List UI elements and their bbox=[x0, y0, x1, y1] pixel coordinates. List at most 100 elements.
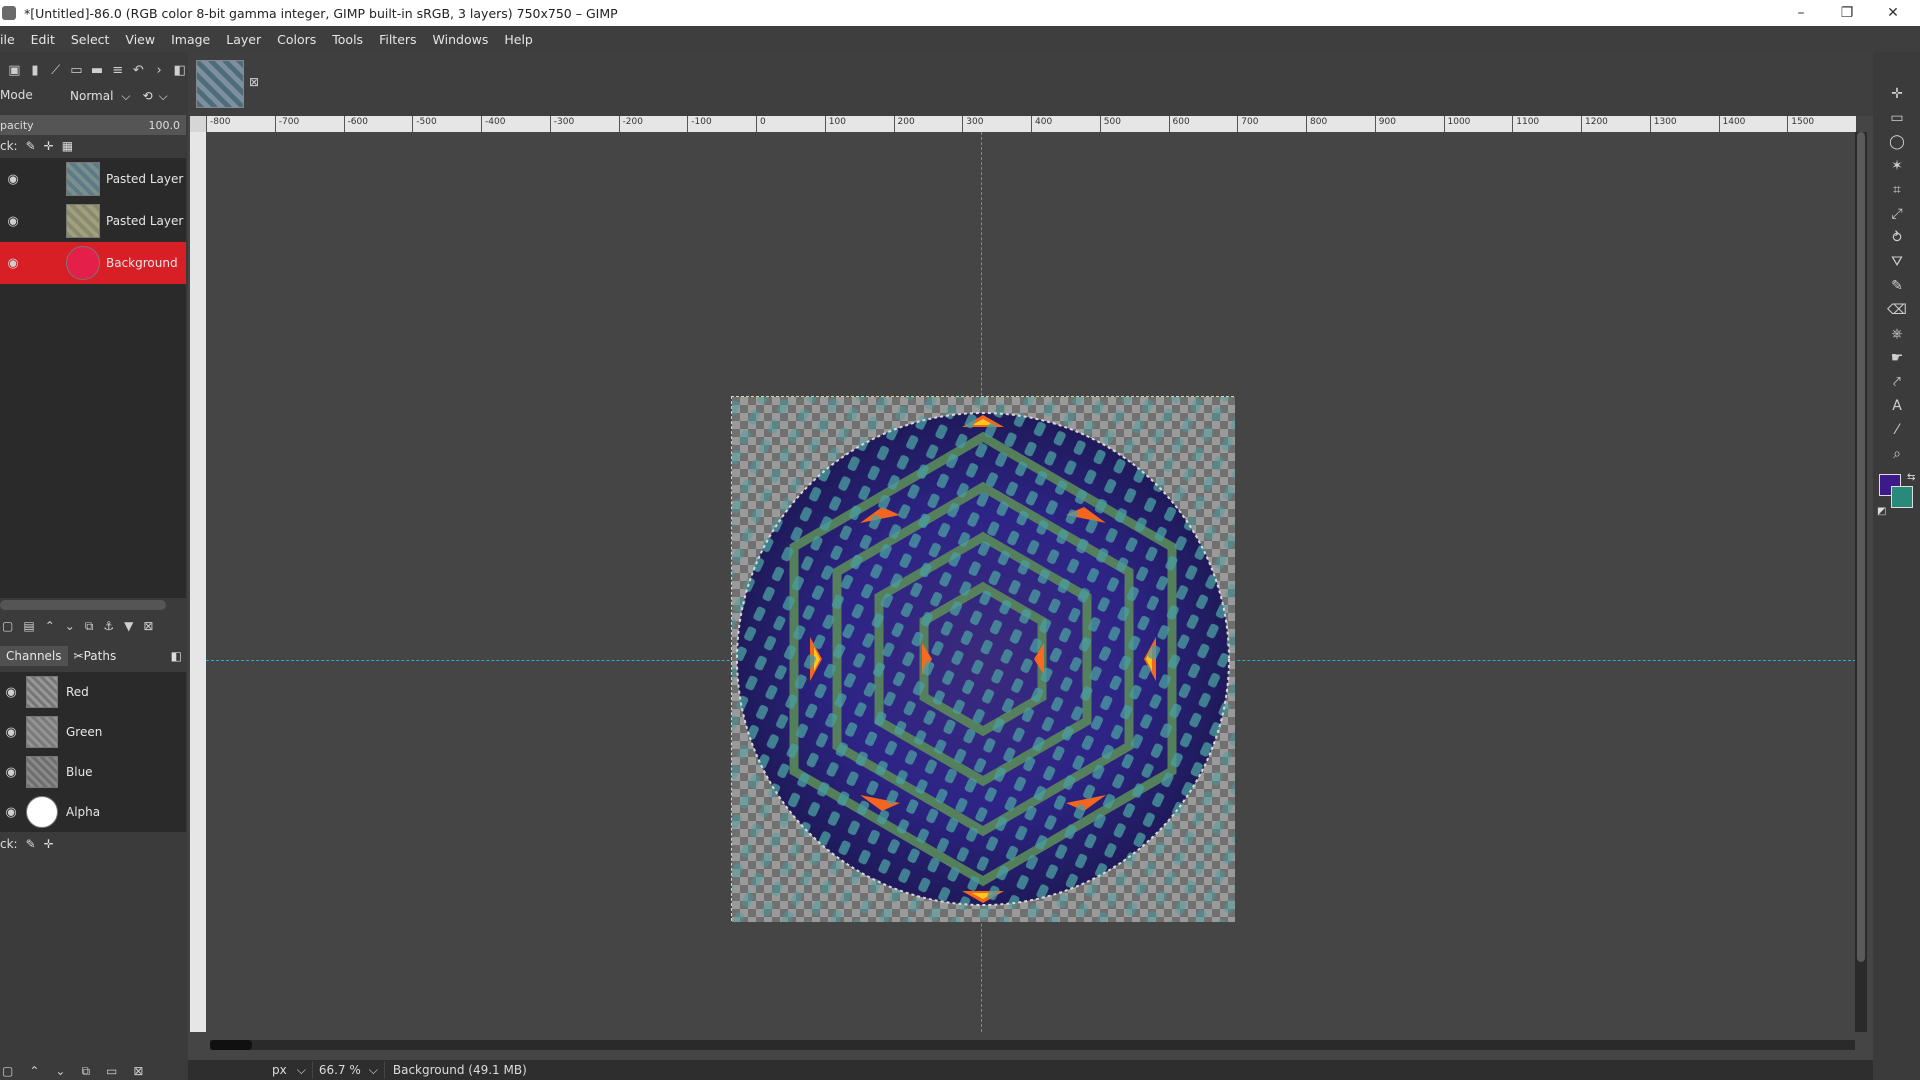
channel-row[interactable]: ◉ Red bbox=[0, 672, 186, 712]
ruler-top[interactable]: -800 -700 -600 -500 -400 -300 -200 -100 0 100 200 3… bbox=[206, 116, 1856, 132]
zoom-tool-icon[interactable]: ⌕ bbox=[1883, 442, 1911, 466]
ruler-corner[interactable] bbox=[190, 116, 206, 132]
eye-icon[interactable]: ◉ bbox=[0, 805, 22, 820]
eye-icon[interactable]: ◉ bbox=[0, 256, 26, 271]
eye-icon[interactable]: ◉ bbox=[0, 765, 22, 780]
lock-alpha-icon[interactable]: ▦ bbox=[62, 139, 73, 153]
close-button[interactable]: ✕ bbox=[1870, 0, 1916, 26]
eye-icon[interactable]: ◉ bbox=[0, 172, 26, 187]
channel-row[interactable]: ◉ Blue bbox=[0, 752, 186, 792]
paint-icon[interactable]: ▮ bbox=[27, 61, 44, 79]
layer-row[interactable]: ◉ Pasted Layer bbox=[0, 158, 186, 200]
menu-file[interactable]: ile bbox=[0, 32, 23, 47]
rect-select-icon[interactable]: ▭ bbox=[1883, 106, 1911, 130]
tab-paths[interactable]: ✂ Paths bbox=[68, 646, 123, 666]
transform-tool-icon[interactable]: ⤢ bbox=[1883, 202, 1911, 226]
eye-icon[interactable]: ◉ bbox=[0, 685, 22, 700]
opacity-slider[interactable]: pacity 100.0 bbox=[0, 115, 186, 135]
ruler-tick bbox=[893, 116, 895, 132]
duplicate-layer-icon[interactable]: ⧉ bbox=[85, 619, 94, 634]
text-tool-icon[interactable]: A bbox=[1883, 394, 1911, 418]
channel-row[interactable]: ◉ Green bbox=[0, 712, 186, 752]
restore-button[interactable]: ❐ bbox=[1824, 0, 1870, 26]
channel-to-selection-icon[interactable]: ▭ bbox=[106, 1064, 117, 1078]
lock-pixels-icon[interactable]: ✎ bbox=[26, 139, 36, 153]
device-icon[interactable]: ▭ bbox=[68, 61, 85, 79]
free-select-icon[interactable]: ◯ bbox=[1883, 130, 1911, 154]
menu-layer[interactable]: Layer bbox=[218, 32, 269, 47]
reset-colors-icon[interactable]: ◩ bbox=[1877, 506, 1886, 517]
menu-edit[interactable]: Edit bbox=[23, 32, 63, 47]
crop-tool-icon[interactable]: ⌗ bbox=[1883, 178, 1911, 202]
eraser-icon[interactable]: ⌫ bbox=[1883, 298, 1911, 322]
list-icon[interactable]: ≡ bbox=[109, 61, 126, 79]
undo-history-icon[interactable]: ↶ bbox=[130, 61, 147, 79]
menu-select[interactable]: Select bbox=[63, 32, 118, 47]
background-color[interactable] bbox=[1891, 486, 1913, 508]
canvas-vertical-scrollbar[interactable] bbox=[1855, 132, 1867, 1032]
scroll-thumb[interactable] bbox=[210, 1040, 252, 1050]
merge-layer-icon[interactable]: ▼ bbox=[124, 619, 133, 633]
menu-view[interactable]: View bbox=[117, 32, 163, 47]
tool-options-icon[interactable]: ▣ bbox=[6, 61, 23, 79]
image-thumbnail[interactable] bbox=[196, 60, 244, 108]
lock-position-icon[interactable]: ✛ bbox=[44, 139, 54, 153]
menu-filters[interactable]: Filters bbox=[371, 32, 424, 47]
menu-image[interactable]: Image bbox=[163, 32, 218, 47]
eye-icon[interactable]: ◉ bbox=[0, 214, 26, 229]
duplicate-channel-icon[interactable]: ⧉ bbox=[81, 1064, 90, 1079]
ruler-left[interactable] bbox=[190, 132, 206, 1032]
menu-tools[interactable]: Tools bbox=[324, 32, 371, 47]
lock-pixels-icon[interactable]: ✎ bbox=[26, 837, 36, 851]
layers-scrollbar[interactable] bbox=[0, 600, 166, 610]
images-icon[interactable]: ▬ bbox=[89, 61, 106, 79]
lock-label: ck: bbox=[0, 837, 18, 851]
anchor-layer-icon[interactable]: ⚓ bbox=[103, 619, 114, 633]
channel-name: Alpha bbox=[66, 805, 101, 819]
move-tool-icon[interactable]: ✛ bbox=[1883, 82, 1911, 106]
menu-help[interactable]: Help bbox=[496, 32, 541, 47]
raise-channel-icon[interactable]: ⌃ bbox=[29, 1064, 39, 1078]
eye-icon[interactable]: ◉ bbox=[0, 725, 22, 740]
menu-windows[interactable]: Windows bbox=[425, 32, 497, 47]
layer-row-selected[interactable]: ◉ Background bbox=[0, 242, 186, 284]
ruler-tick-label: 1000 bbox=[1447, 117, 1471, 127]
smudge-tool-icon[interactable]: ☛ bbox=[1883, 346, 1911, 370]
new-channel-icon[interactable]: ▢ bbox=[2, 1064, 13, 1078]
image[interactable] bbox=[731, 396, 1235, 922]
color-picker-icon[interactable]: ⁄ bbox=[1883, 418, 1911, 442]
paths-tool-icon[interactable]: ⤤ bbox=[1883, 370, 1911, 394]
scroll-thumb[interactable] bbox=[1857, 132, 1865, 962]
new-layer-group-icon[interactable]: ▢ bbox=[2, 619, 13, 633]
warp-tool-icon[interactable]: ⥁ bbox=[1883, 226, 1911, 250]
swap-colors-icon[interactable]: ⇆ bbox=[1907, 472, 1915, 483]
close-icon[interactable]: ⊠ bbox=[248, 75, 260, 89]
chevron-right-icon[interactable]: › bbox=[151, 61, 168, 79]
unit-select[interactable]: px ⌵ bbox=[266, 1061, 313, 1079]
layer-row[interactable]: ◉ Pasted Layer bbox=[0, 200, 186, 242]
paintbrush-icon[interactable]: ✎ bbox=[1883, 274, 1911, 298]
panel-menu-icon[interactable]: ◧ bbox=[171, 61, 188, 79]
bucket-fill-icon[interactable]: ⛛ bbox=[1883, 250, 1911, 274]
minimize-button[interactable]: – bbox=[1778, 0, 1824, 26]
canvas-horizontal-scrollbar[interactable] bbox=[210, 1040, 1855, 1050]
tab-menu-icon[interactable]: ◧ bbox=[171, 649, 182, 663]
chevron-down-icon: ⌵ bbox=[158, 88, 168, 103]
delete-channel-icon[interactable]: ⊠ bbox=[133, 1064, 143, 1078]
brush-icon[interactable]: ⟋ bbox=[47, 61, 64, 79]
zoom-select[interactable]: 66.7 % ⌵ bbox=[313, 1061, 385, 1079]
mode-swap-icon[interactable]: ⟲ bbox=[143, 89, 153, 103]
lower-layer-icon[interactable]: ⌄ bbox=[65, 619, 75, 633]
tab-channels[interactable]: Channels bbox=[0, 646, 68, 666]
fuzzy-select-icon[interactable]: ✶ bbox=[1883, 154, 1911, 178]
lower-channel-icon[interactable]: ⌄ bbox=[55, 1064, 65, 1078]
delete-layer-icon[interactable]: ⊠ bbox=[143, 619, 153, 633]
mode-select[interactable]: Normal ⌵ ⟲ ⌵ bbox=[70, 86, 168, 106]
clone-tool-icon[interactable]: ⎈ bbox=[1883, 322, 1911, 346]
channel-row[interactable]: ◉ Alpha bbox=[0, 792, 186, 832]
lock-position-icon[interactable]: ✛ bbox=[44, 837, 54, 851]
menu-colors[interactable]: Colors bbox=[269, 32, 324, 47]
raise-layer-icon[interactable]: ⌃ bbox=[45, 619, 55, 633]
image-canvas[interactable] bbox=[206, 132, 1856, 1032]
new-layer-icon[interactable]: ▤ bbox=[23, 619, 34, 633]
